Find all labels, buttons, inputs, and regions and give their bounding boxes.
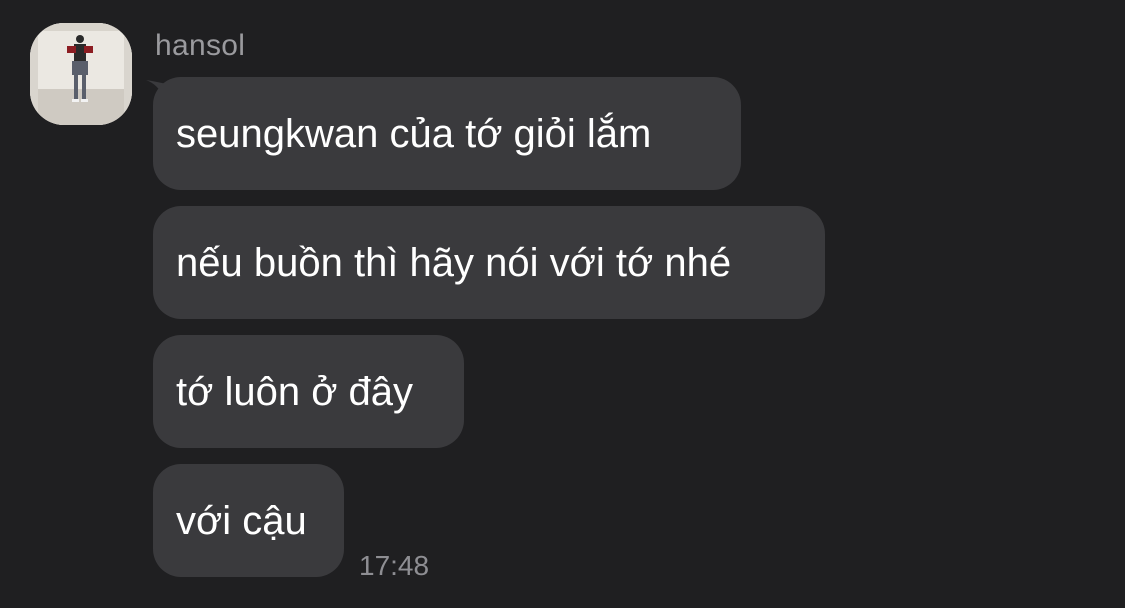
message-bubble[interactable]: tớ luôn ở đây	[153, 335, 464, 448]
message-text: nếu buồn thì hãy nói với tớ nhé	[176, 240, 732, 285]
message-bubble[interactable]: với cậu	[153, 464, 344, 577]
message-bubble[interactable]: nếu buồn thì hãy nói với tớ nhé	[153, 206, 825, 319]
message-text: seungkwan của tớ giỏi lắm	[176, 111, 652, 156]
message-text: tớ luôn ở đây	[176, 369, 414, 414]
message-text: với cậu	[176, 498, 307, 543]
message-timestamp: 17:48	[359, 550, 430, 581]
sender-name: hansol	[155, 29, 246, 62]
avatar-photo	[30, 23, 132, 125]
avatar[interactable]	[30, 23, 132, 125]
message-bubble[interactable]: seungkwan của tớ giỏi lắm	[153, 77, 741, 190]
